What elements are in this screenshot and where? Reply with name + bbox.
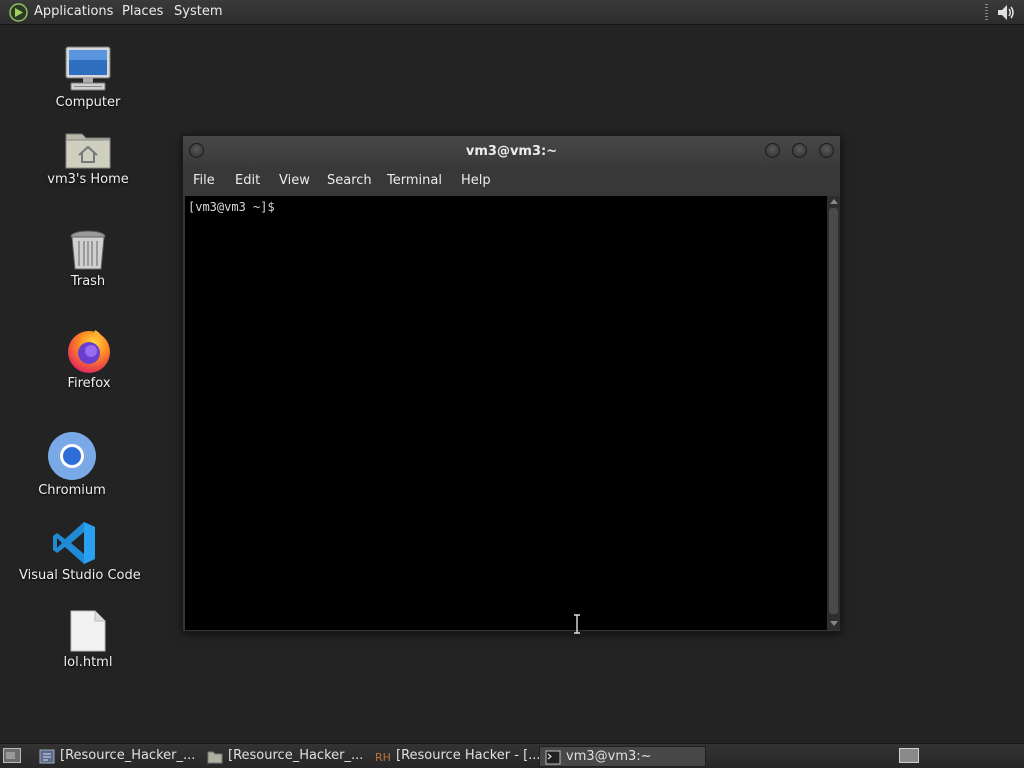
taskbar-item-label: [Resource_Hacker_... — [60, 748, 196, 763]
applications-menu[interactable]: Applications — [34, 4, 113, 19]
desktop-icon-home[interactable]: vm3's Home — [33, 128, 143, 187]
terminal-output-area[interactable]: [vm3@vm3 ~]$ — [185, 196, 827, 634]
desktop-icon-label: Trash — [70, 274, 106, 289]
close-button[interactable] — [819, 143, 834, 158]
minimize-button[interactable] — [765, 143, 780, 158]
show-desktop-icon[interactable] — [3, 748, 21, 763]
desktop-icon-vscode[interactable]: Visual Studio Code — [19, 520, 141, 583]
places-menu[interactable]: Places — [122, 4, 163, 19]
menu-edit[interactable]: Edit — [235, 173, 260, 188]
top-panel: Applications Places System — [0, 0, 1024, 25]
bottom-panel: [Resource_Hacker_... [Resource_Hacker_..… — [0, 743, 1024, 768]
desktop-icon-label: lol.html — [63, 655, 113, 670]
maximize-button[interactable] — [792, 143, 807, 158]
system-menu[interactable]: System — [174, 4, 222, 19]
workspace-switcher[interactable] — [899, 748, 919, 763]
desktop-icon-trash[interactable]: Trash — [33, 228, 143, 289]
volume-icon[interactable] — [995, 2, 1017, 23]
desktop-icon-chromium[interactable]: Chromium — [17, 431, 127, 498]
menu-help[interactable]: Help — [461, 173, 491, 188]
terminal-menubar: File Edit View Search Terminal Help — [183, 167, 840, 196]
terminal-scrollbar[interactable] — [827, 196, 840, 630]
text-cursor-icon — [574, 614, 580, 634]
svg-text:RH: RH — [375, 751, 391, 764]
taskbar-item-label: vm3@vm3:~ — [566, 749, 652, 764]
menu-file[interactable]: File — [193, 173, 215, 188]
menu-view[interactable]: View — [279, 173, 310, 188]
shell-prompt: [vm3@vm3 ~]$ — [188, 200, 275, 214]
chromium-icon — [48, 432, 96, 480]
home-folder-icon — [65, 133, 111, 169]
editor-icon — [39, 749, 55, 764]
firefox-icon — [68, 330, 110, 373]
vscode-icon — [53, 522, 95, 564]
desktop-icon-label: Visual Studio Code — [19, 568, 141, 583]
desktop-icon-label: Firefox — [67, 376, 111, 391]
taskbar-item-resource-hacker-app[interactable]: RH [Resource Hacker - [... — [370, 746, 541, 767]
window-title: vm3@vm3:~ — [465, 144, 558, 159]
window-titlebar[interactable]: vm3@vm3:~ — [183, 136, 840, 167]
scroll-down-arrow-icon[interactable] — [830, 621, 838, 626]
taskbar-item-label: [Resource Hacker - [... — [396, 748, 541, 763]
trash-icon — [70, 230, 106, 270]
desktop-icon-label: vm3's Home — [47, 172, 129, 187]
taskbar-item-label: [Resource_Hacker_... — [228, 748, 364, 763]
taskbar-item-terminal[interactable]: vm3@vm3:~ — [539, 746, 706, 767]
computer-icon — [65, 46, 111, 91]
applications-logo-icon[interactable] — [9, 3, 28, 22]
panel-handle — [985, 4, 988, 21]
desktop-icon-label: Computer — [55, 95, 121, 110]
desktop-icon-firefox[interactable]: Firefox — [34, 326, 144, 391]
terminal-window[interactable]: vm3@vm3:~ File Edit View Search Terminal… — [182, 135, 841, 634]
resource-hacker-icon: RH — [375, 751, 391, 764]
menu-terminal[interactable]: Terminal — [387, 173, 442, 188]
desktop-icon-lol-html[interactable]: lol.html — [33, 609, 143, 670]
scroll-up-arrow-icon[interactable] — [830, 199, 838, 204]
html-file-icon — [70, 610, 106, 652]
scrollbar-thumb[interactable] — [829, 208, 838, 614]
terminal-icon — [545, 750, 561, 765]
taskbar-item-resource-hacker-folder[interactable]: [Resource_Hacker_... — [202, 746, 368, 767]
folder-icon — [207, 751, 223, 764]
desktop-icon-label: Chromium — [38, 483, 106, 498]
menu-search[interactable]: Search — [327, 173, 372, 188]
taskbar-item-resource-hacker-editor[interactable]: [Resource_Hacker_... — [34, 746, 200, 767]
desktop-icon-computer[interactable]: Computer — [33, 45, 143, 110]
